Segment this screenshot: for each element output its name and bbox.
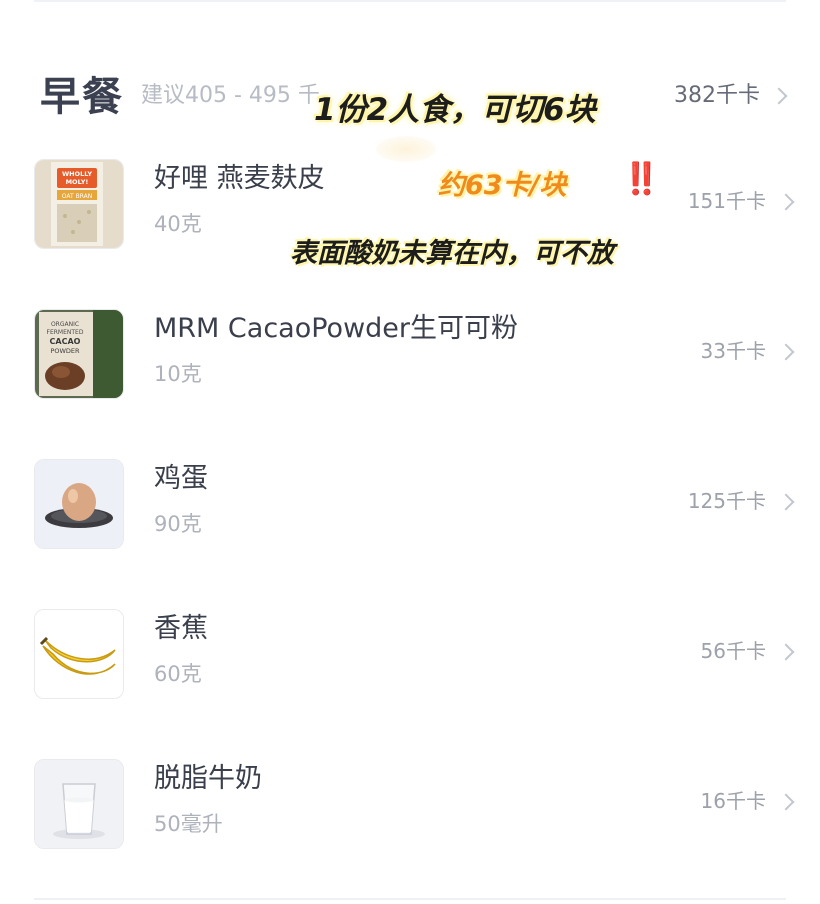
food-amount: 40克 xyxy=(154,212,202,236)
food-item-cacao-powder[interactable]: ORGANIC FERMENTED CACAO POWDER MRM Cacao… xyxy=(34,309,796,401)
svg-text:FERMENTED: FERMENTED xyxy=(47,329,84,336)
banana-icon xyxy=(34,609,124,699)
double-exclamation-icon: ‼️ xyxy=(622,161,661,197)
food-calories: 151千卡 xyxy=(687,189,766,213)
food-name: MRM CacaoPowder生可可粉 xyxy=(154,313,519,344)
svg-text:ORGANIC: ORGANIC xyxy=(51,321,79,328)
food-calories: 56千卡 xyxy=(700,639,766,663)
chevron-right-icon xyxy=(777,643,795,661)
meal-calorie-suggestion: 建议405 - 495 千 xyxy=(141,83,320,108)
food-name: 鸡蛋 xyxy=(154,463,208,494)
oat-bran-package-icon: WHOLLY MOLY! OAT BRAN xyxy=(34,159,124,249)
svg-text:MOLY!: MOLY! xyxy=(66,178,89,186)
meal-title: 早餐 xyxy=(40,74,124,120)
chevron-right-icon xyxy=(777,343,795,361)
food-amount: 60克 xyxy=(154,662,202,686)
overlay-yogurt-note: 表面酸奶未算在内，可不放 xyxy=(290,238,614,269)
meal-total-calories: 382千卡 xyxy=(674,83,760,108)
top-divider xyxy=(34,0,786,2)
chevron-right-icon xyxy=(777,193,795,211)
chevron-right-icon xyxy=(770,87,788,105)
food-amount: 10克 xyxy=(154,362,202,386)
food-item-banana[interactable]: 香蕉 60克 56千卡 xyxy=(34,609,796,701)
bottom-divider xyxy=(34,898,786,900)
food-amount: 50毫升 xyxy=(154,812,223,836)
overlay-per-piece-calories: 约63卡/块 xyxy=(438,170,567,201)
chevron-right-icon xyxy=(777,493,795,511)
sticker-smudge xyxy=(376,136,436,162)
cacao-powder-package-icon: ORGANIC FERMENTED CACAO POWDER xyxy=(34,309,124,399)
svg-text:CACAO: CACAO xyxy=(50,337,81,346)
svg-text:POWDER: POWDER xyxy=(50,347,80,355)
food-name: 脱脂牛奶 xyxy=(154,763,262,794)
food-item-skim-milk[interactable]: 脱脂牛奶 50毫升 16千卡 xyxy=(34,759,796,851)
food-name: 好哩 燕麦麸皮 xyxy=(154,163,325,194)
food-name: 香蕉 xyxy=(154,613,208,644)
egg-icon xyxy=(34,459,124,549)
food-calories: 125千卡 xyxy=(687,489,766,513)
chevron-right-icon xyxy=(777,793,795,811)
milk-glass-icon xyxy=(34,759,124,849)
food-item-egg[interactable]: 鸡蛋 90克 125千卡 xyxy=(34,459,796,551)
svg-text:WHOLLY: WHOLLY xyxy=(62,170,92,178)
food-amount: 90克 xyxy=(154,512,202,536)
overlay-portion-note: 1份2人食，可切6块 xyxy=(314,92,596,128)
svg-text:OAT BRAN: OAT BRAN xyxy=(62,193,92,200)
food-calories: 33千卡 xyxy=(700,339,766,363)
food-calories: 16千卡 xyxy=(700,789,766,813)
